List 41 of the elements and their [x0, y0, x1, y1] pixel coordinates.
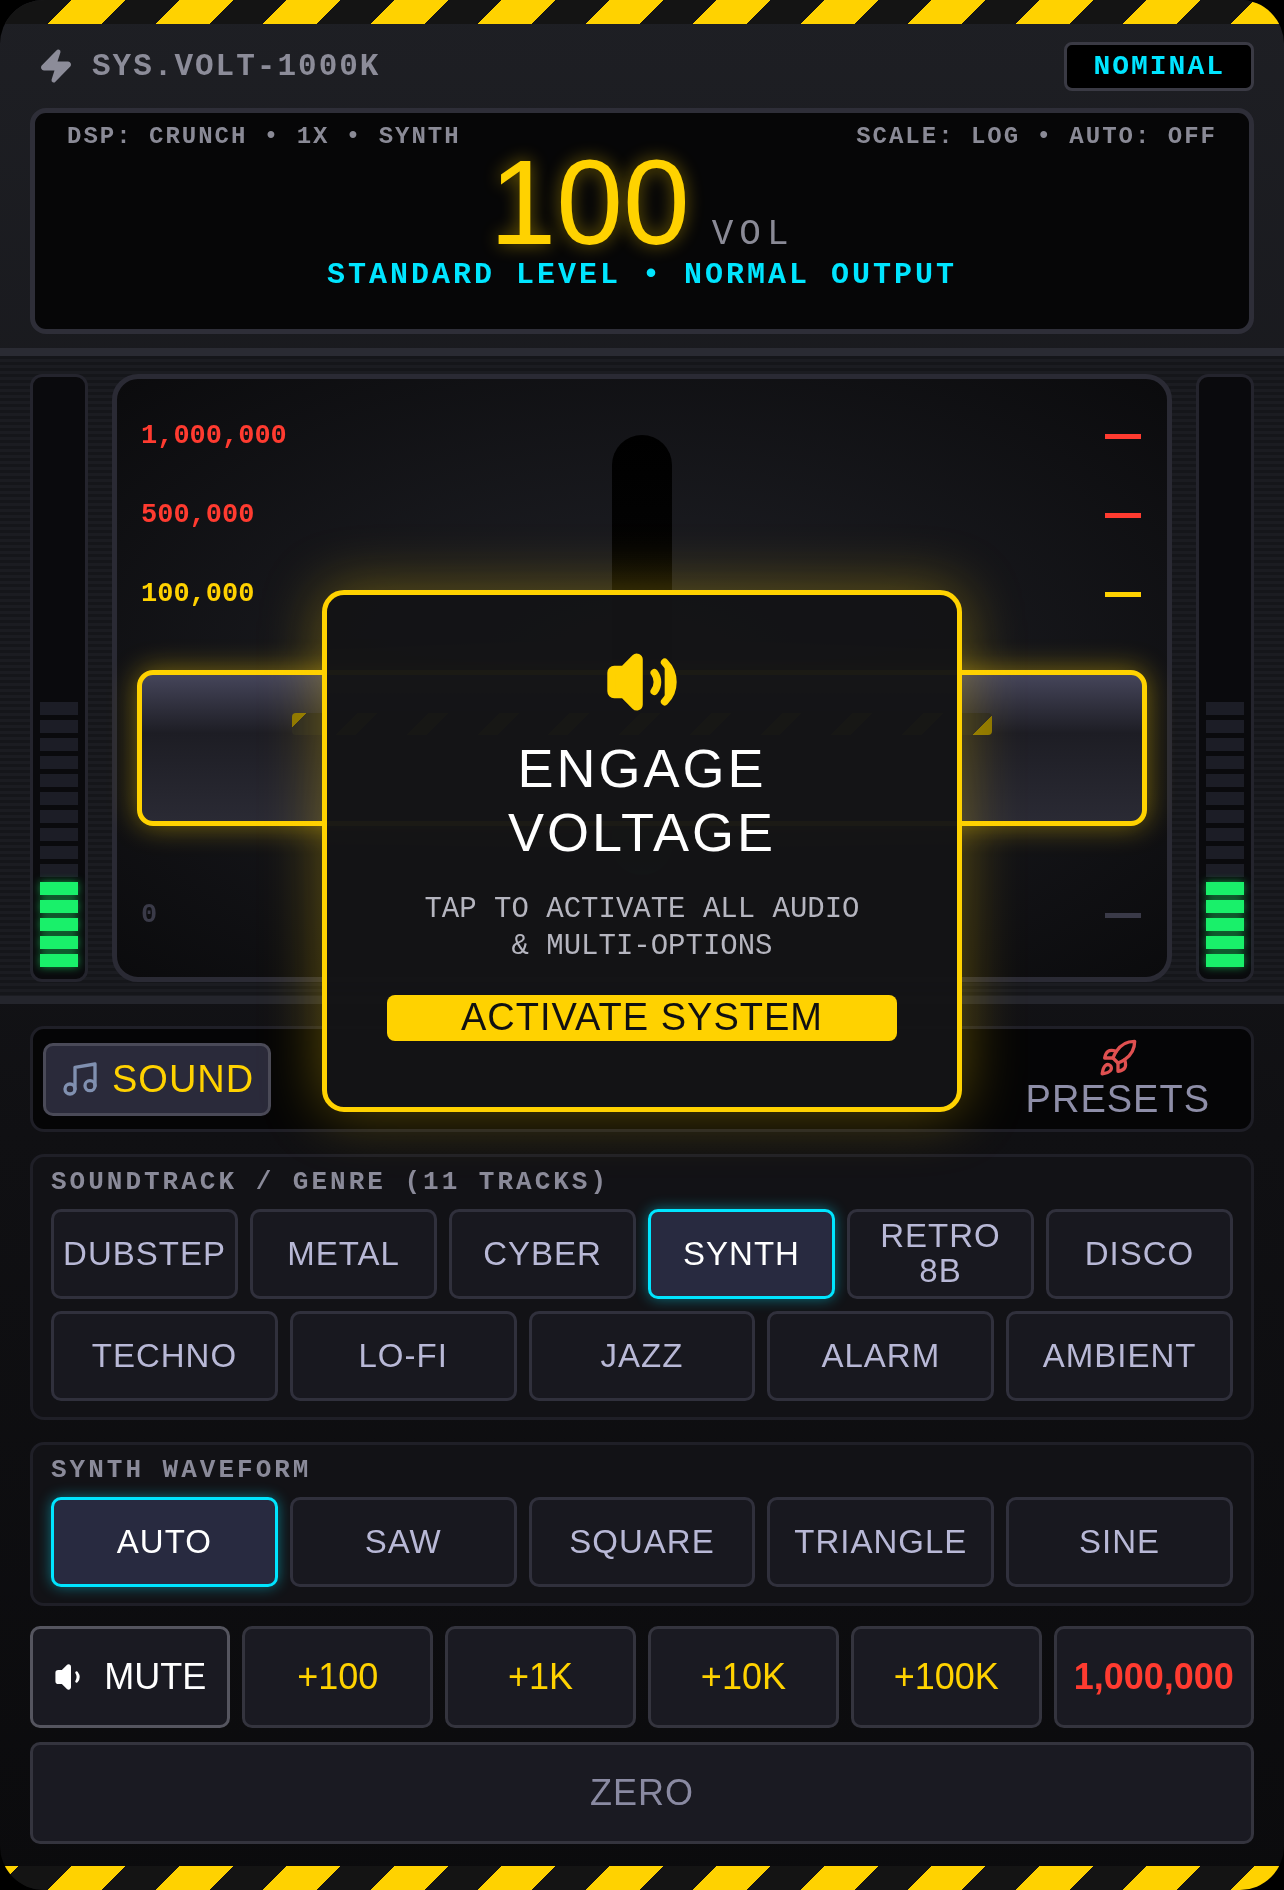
dialog-subtitle: TAP TO ACTIVATE ALL AUDIO & MULTI-OPTIONS: [423, 892, 861, 965]
volume-step-button[interactable]: +1K: [445, 1626, 636, 1728]
genre-button[interactable]: METAL: [250, 1209, 437, 1299]
waveform-button[interactable]: SINE: [1006, 1497, 1233, 1587]
mute-button[interactable]: MUTE: [30, 1626, 231, 1728]
waveform-button[interactable]: TRIANGLE: [767, 1497, 995, 1587]
lightning-icon: [38, 48, 74, 84]
waveform-button[interactable]: AUTO: [51, 1497, 278, 1587]
volume-step-button[interactable]: +100: [242, 1626, 434, 1728]
volume-step-button[interactable]: 1,000,000: [1053, 1626, 1254, 1728]
dsp-info: DSP: CRUNCH • 1X • SYNTH: [67, 123, 461, 150]
status-badge: NOMINAL: [1064, 41, 1254, 91]
waveform-title: SYNTH WAVEFORM: [51, 1455, 313, 1485]
waveform-button[interactable]: SQUARE: [528, 1497, 756, 1587]
dialog-title: ENGAGE VOLTAGE: [506, 737, 778, 864]
activate-button[interactable]: ACTIVATE SYSTEM: [387, 994, 897, 1041]
genre-button[interactable]: DUBSTEP: [51, 1209, 238, 1299]
zero-button[interactable]: ZERO: [30, 1742, 1254, 1844]
genre-button[interactable]: JAZZ: [528, 1311, 756, 1401]
scale-label: 100,000: [141, 579, 255, 609]
scale-label: 1,000,000: [141, 421, 287, 451]
genre-button[interactable]: TECHNO: [51, 1311, 278, 1401]
tab[interactable]: SOUND: [43, 1042, 272, 1116]
scale-label: 0: [141, 900, 158, 930]
volume-step-button[interactable]: +10K: [648, 1626, 839, 1728]
volume-unit: VOL: [711, 214, 795, 255]
waveform-button[interactable]: SAW: [289, 1497, 517, 1587]
genre-button[interactable]: AMBIENT: [1006, 1311, 1233, 1401]
volume-step-button[interactable]: +100K: [850, 1626, 1042, 1728]
tab[interactable]: PRESETS: [1014, 1034, 1221, 1124]
genre-button[interactable]: ALARM: [767, 1311, 995, 1401]
genre-button[interactable]: DISCO: [1046, 1209, 1233, 1299]
genre-title: SOUNDTRACK / GENRE (11 TRACKS): [51, 1167, 611, 1197]
genre-button[interactable]: SYNTH: [648, 1209, 835, 1299]
genre-button[interactable]: LO-FI: [289, 1311, 517, 1401]
genre-button[interactable]: CYBER: [449, 1209, 636, 1299]
scale-info: SCALE: LOG • AUTO: OFF: [856, 123, 1217, 150]
scale-label: 500,000: [141, 500, 255, 530]
device-title: SYS.VOLT-1000K: [92, 48, 381, 84]
music-note-icon: [60, 1059, 100, 1099]
genre-button[interactable]: RETRO 8B: [847, 1209, 1034, 1299]
